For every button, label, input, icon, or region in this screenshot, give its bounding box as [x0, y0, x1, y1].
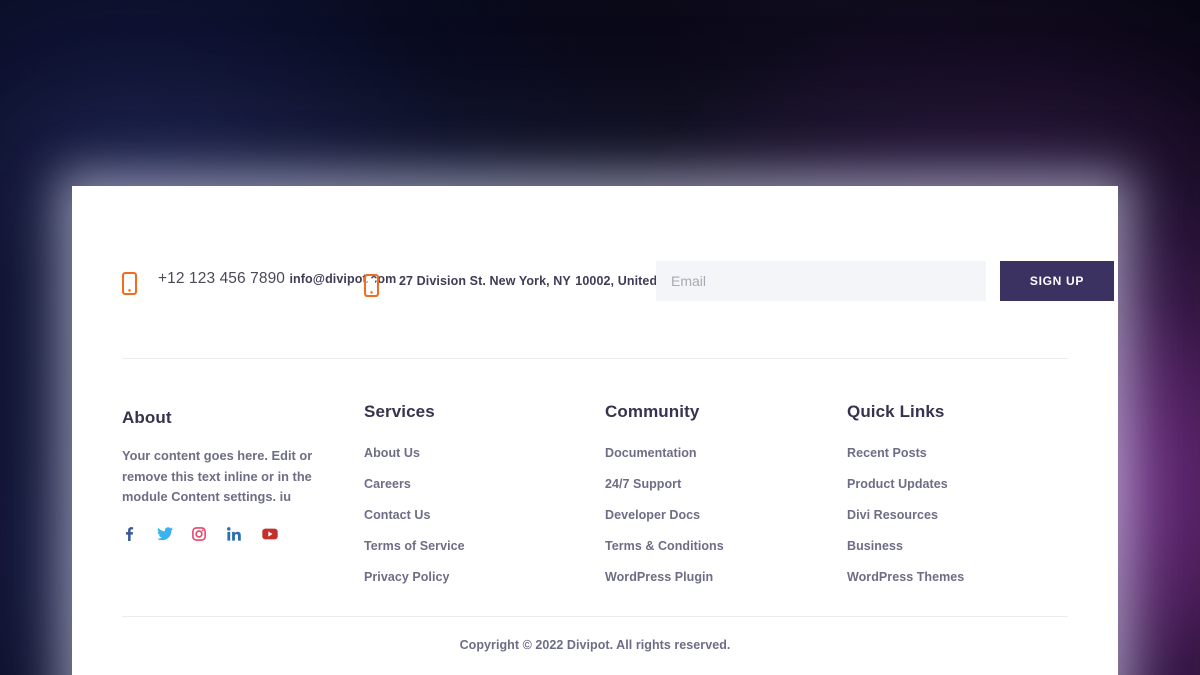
- footer-column-services: Services About Us Careers Contact Us Ter…: [364, 401, 605, 599]
- contact-address-text: 27 Division St. New York, NY 10002, Unit…: [399, 271, 699, 291]
- list-item: Documentation: [605, 444, 847, 462]
- divider-top: [122, 358, 1068, 359]
- email-input[interactable]: [656, 261, 986, 301]
- footer-column-quick-links: Quick Links Recent Posts Product Updates…: [847, 401, 1089, 599]
- link-contact-us[interactable]: Contact Us: [364, 508, 430, 523]
- link-about-us[interactable]: About Us: [364, 446, 420, 461]
- link-wordpress-plugin[interactable]: WordPress Plugin: [605, 570, 713, 585]
- contact-phone-block: +12 123 456 7890 info@divipot.com: [122, 269, 396, 295]
- link-business[interactable]: Business: [847, 539, 903, 554]
- contact-phone-text: +12 123 456 7890 info@divipot.com: [158, 269, 396, 289]
- list-item: Product Updates: [847, 475, 1089, 493]
- column-heading-quick-links: Quick Links: [847, 402, 945, 421]
- link-divi-resources[interactable]: Divi Resources: [847, 508, 938, 523]
- footer-card: +12 123 456 7890 info@divipot.com 27 Div…: [72, 186, 1118, 675]
- link-recent-posts[interactable]: Recent Posts: [847, 446, 927, 461]
- link-careers[interactable]: Careers: [364, 477, 411, 492]
- divider-bottom: [122, 616, 1068, 617]
- column-heading-services: Services: [364, 402, 435, 421]
- youtube-icon[interactable]: [262, 527, 278, 541]
- link-documentation[interactable]: Documentation: [605, 446, 697, 461]
- list-item: Contact Us: [364, 506, 605, 524]
- footer-column-community: Community Documentation 24/7 Support Dev…: [605, 401, 847, 599]
- list-item: WordPress Plugin: [605, 568, 847, 586]
- address-line-1: 27 Division St. New York, NY: [399, 274, 571, 288]
- link-developer-docs[interactable]: Developer Docs: [605, 508, 700, 523]
- link-product-updates[interactable]: Product Updates: [847, 477, 948, 492]
- quick-link-list: Recent Posts Product Updates Divi Resour…: [847, 444, 1089, 586]
- services-link-list: About Us Careers Contact Us Terms of Ser…: [364, 444, 605, 586]
- list-item: Developer Docs: [605, 506, 847, 524]
- sign-up-button[interactable]: SIGN UP: [1000, 261, 1114, 301]
- footer-column-about: About Your content goes here. Edit or re…: [122, 401, 364, 599]
- community-link-list: Documentation 24/7 Support Developer Doc…: [605, 444, 847, 586]
- contact-row: +12 123 456 7890 info@divipot.com 27 Div…: [122, 261, 1114, 324]
- link-terms-of-service[interactable]: Terms of Service: [364, 539, 465, 554]
- instagram-icon[interactable]: [192, 526, 206, 541]
- mobile-phone-icon: [364, 274, 379, 297]
- list-item: Divi Resources: [847, 506, 1089, 524]
- link-terms-and-conditions[interactable]: Terms & Conditions: [605, 539, 724, 554]
- list-item: Recent Posts: [847, 444, 1089, 462]
- list-item: Business: [847, 537, 1089, 555]
- signup-form: SIGN UP: [656, 261, 1114, 301]
- linkedin-icon[interactable]: [227, 526, 241, 541]
- list-item: Privacy Policy: [364, 568, 605, 586]
- link-support[interactable]: 24/7 Support: [605, 477, 681, 492]
- twitter-icon[interactable]: [157, 526, 174, 541]
- about-description: Your content goes here. Edit or remove t…: [122, 448, 313, 504]
- list-item: Terms of Service: [364, 537, 605, 555]
- column-heading-about: About: [122, 408, 172, 427]
- list-item: Careers: [364, 475, 605, 493]
- list-item: 24/7 Support: [605, 475, 847, 493]
- facebook-icon[interactable]: [122, 526, 136, 541]
- mobile-phone-icon: [122, 272, 137, 295]
- column-heading-community: Community: [605, 402, 700, 421]
- phone-number: +12 123 456 7890: [158, 270, 286, 287]
- social-links-row: [122, 526, 364, 541]
- list-item: WordPress Themes: [847, 568, 1089, 586]
- link-privacy-policy[interactable]: Privacy Policy: [364, 570, 449, 585]
- list-item: Terms & Conditions: [605, 537, 847, 555]
- list-item: About Us: [364, 444, 605, 462]
- copyright-text: Copyright © 2022 Divipot. All rights res…: [459, 638, 731, 652]
- link-wordpress-themes[interactable]: WordPress Themes: [847, 570, 964, 585]
- contact-address-block: 27 Division St. New York, NY 10002, Unit…: [364, 271, 699, 297]
- footer-columns: About Your content goes here. Edit or re…: [122, 401, 1092, 599]
